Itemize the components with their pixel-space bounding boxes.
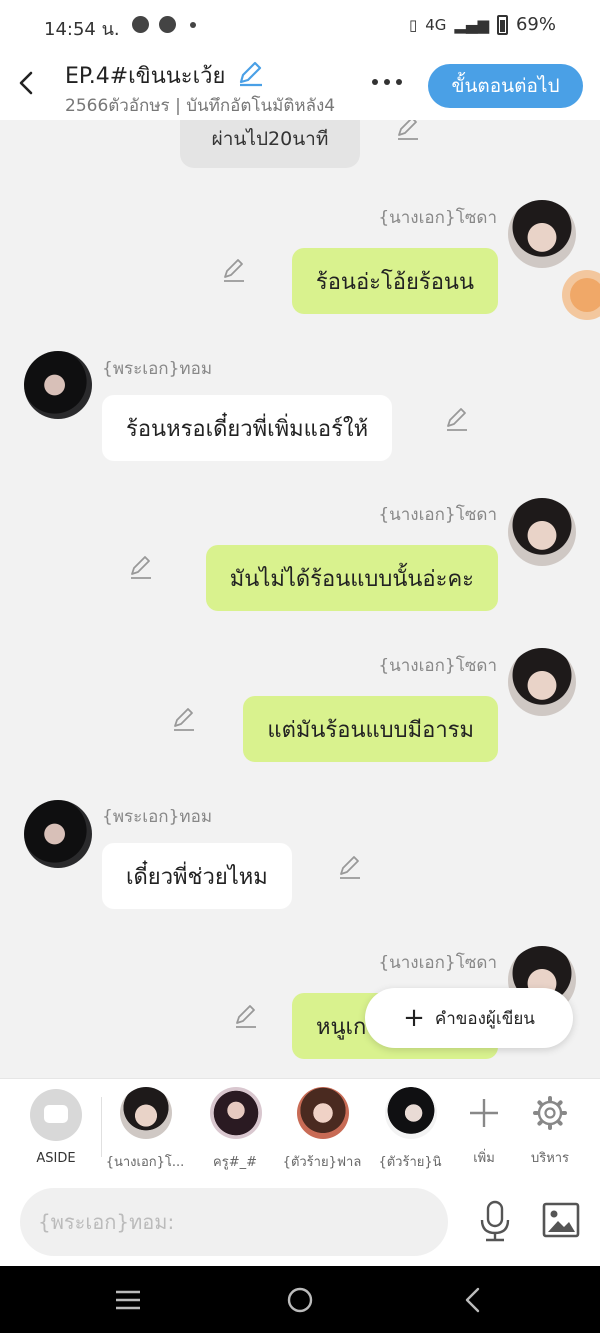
message-bubble[interactable]: ร้อนอ่ะโอ้ยร้อนน <box>291 248 498 314</box>
network-label: 4G <box>425 15 447 34</box>
message-input[interactable] <box>20 1188 448 1256</box>
status-bar: 14:54 น. ▯ 4G ▂▄▆ 69% <box>0 0 600 50</box>
character-item[interactable]: {นางเอก}โ... <box>103 1087 187 1177</box>
message-sender-name: {นางเอก}โซดา <box>378 656 497 676</box>
avatar <box>297 1087 349 1139</box>
message-sender-name: {นางเอก}โซดา <box>378 505 497 525</box>
recent-apps-icon[interactable] <box>114 1288 142 1312</box>
status-time: 14:54 น. <box>44 19 120 40</box>
microphone-icon[interactable] <box>478 1200 512 1242</box>
avatar <box>120 1087 172 1139</box>
message-bubble[interactable]: แต่มันร้อนแบบมีอารม <box>243 696 498 762</box>
edit-pencil-icon[interactable] <box>443 405 471 433</box>
message-bubble[interactable]: ร้อนหรอเดี๋ยวพี่เพิ่มแอร์ให้ <box>102 395 393 461</box>
plus-icon <box>470 1099 498 1127</box>
edit-pencil-icon[interactable] <box>394 120 422 142</box>
divider <box>101 1097 102 1157</box>
avatar <box>385 1087 437 1139</box>
system-nav-bar <box>0 1266 600 1333</box>
home-icon[interactable] <box>286 1286 314 1314</box>
author-note-label: คำของผู้เขียน <box>434 1008 535 1029</box>
more-options-icon[interactable] <box>372 72 408 92</box>
avatar[interactable] <box>24 351 92 419</box>
character-label: {ตัวร้าย}ฟาล <box>282 1155 362 1170</box>
manage-label: บริหาร <box>530 1151 570 1166</box>
character-item[interactable]: {ตัวร้าย}นิ <box>368 1087 452 1177</box>
avatar[interactable] <box>508 498 576 566</box>
aside-icon[interactable] <box>30 1089 82 1141</box>
camera-icon[interactable] <box>562 270 600 320</box>
avatar[interactable] <box>24 800 92 868</box>
edit-title-pencil-icon[interactable] <box>236 59 264 87</box>
avatar[interactable] <box>508 200 576 268</box>
vibrate-icon: ▯ <box>408 15 418 34</box>
nav-back-icon[interactable] <box>462 1286 482 1314</box>
manage-button[interactable]: บริหาร <box>528 1091 572 1171</box>
line-icon <box>159 16 176 33</box>
add-character-button[interactable]: เพิ่ม <box>462 1091 506 1171</box>
header: EP.4#เขินนะเว้ย 2566ตัวอักษร | บันทึกอัต… <box>0 50 600 120</box>
character-label: {นางเอก}โ... <box>105 1155 185 1170</box>
message-sender-name: {นางเอก}โซดา <box>378 953 497 973</box>
image-icon[interactable] <box>542 1202 580 1238</box>
aside-label: ASIDE <box>36 1151 76 1166</box>
message-sender-name: {นางเอก}โซดา <box>378 208 497 228</box>
messenger-icon <box>132 16 149 33</box>
battery-percent: 69% <box>515 14 556 35</box>
plus-icon: + <box>403 1003 425 1033</box>
message-sender-name: {พระเอก}ทอม <box>102 807 213 827</box>
message-sender-name: {พระเอก}ทอม <box>102 359 213 379</box>
character-item[interactable]: {ตัวร้าย}ฟาล <box>280 1087 364 1177</box>
battery-icon <box>496 14 508 35</box>
back-arrow-icon[interactable] <box>12 68 42 98</box>
character-label: {ตัวร้าย}นิ <box>378 1155 442 1170</box>
character-bar: ASIDE {นางเอก}โ... ครู#_# {ตัวร้าย}ฟาล {… <box>0 1078 600 1178</box>
system-icons: ▯ 4G ▂▄▆ 69% <box>409 14 556 35</box>
author-note-button[interactable]: + คำของผู้เขียน <box>365 988 573 1048</box>
signal-icon: ▂▄▆ <box>454 15 489 34</box>
gear-icon <box>533 1096 567 1130</box>
chat-area[interactable]: ผ่านไป20นาที {นางเอก}โซดา ร้อนอ่ะโอ้ยร้อ… <box>0 120 600 1078</box>
message-input-row <box>0 1178 600 1266</box>
add-label: เพิ่ม <box>473 1151 495 1166</box>
character-item[interactable]: ครู#_# <box>193 1087 277 1177</box>
message-bubble[interactable]: มันไม่ได้ร้อนแบบนั้นอ่ะคะ <box>205 545 498 611</box>
edit-pencil-icon[interactable] <box>127 553 155 581</box>
notification-icons <box>132 16 196 33</box>
more-notifications-icon <box>190 21 196 28</box>
character-label: ครู#_# <box>213 1155 257 1170</box>
edit-pencil-icon[interactable] <box>220 256 248 284</box>
avatar <box>210 1087 262 1139</box>
edit-pencil-icon[interactable] <box>170 705 198 733</box>
episode-subtitle: 2566ตัวอักษร | บันทึกอัตโนมัติหลัง4 <box>65 96 336 116</box>
avatar[interactable] <box>508 648 576 716</box>
next-step-button[interactable]: ขั้นตอนต่อไป <box>428 64 583 108</box>
edit-pencil-icon[interactable] <box>232 1002 260 1030</box>
system-message-bubble[interactable]: ผ่านไป20นาที <box>180 120 360 168</box>
message-bubble[interactable]: เดี๋ยวพี่ช่วยไหม <box>102 843 292 909</box>
episode-title: EP.4#เขินนะเว้ย <box>65 64 226 89</box>
edit-pencil-icon[interactable] <box>336 853 364 881</box>
